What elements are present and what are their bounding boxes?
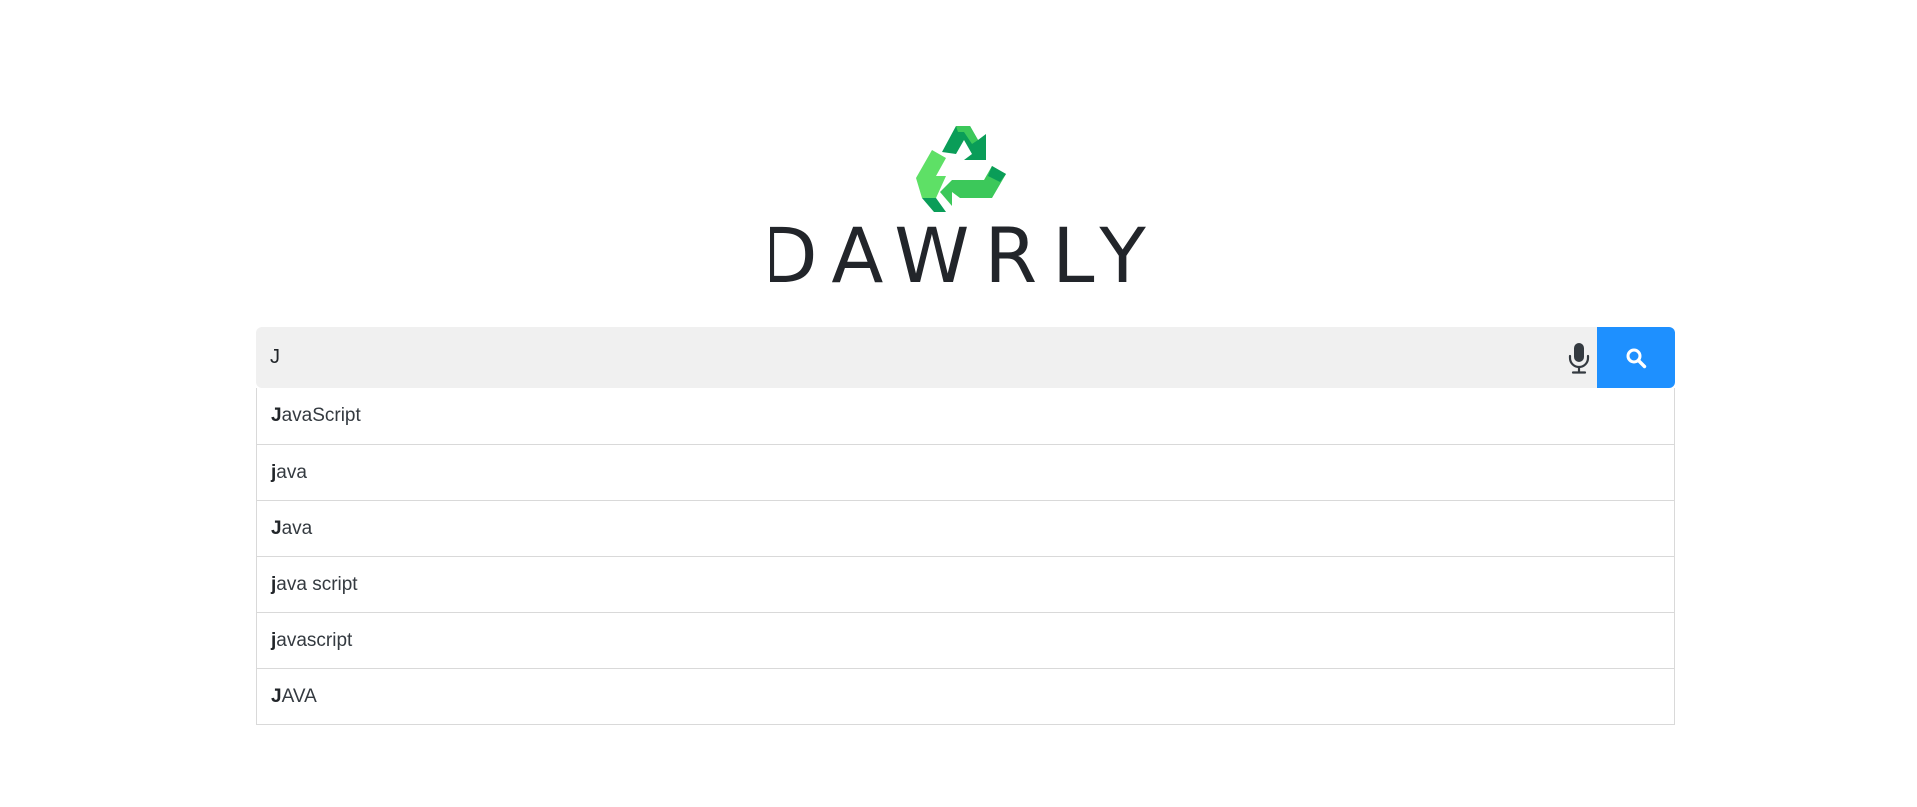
voice-search-button[interactable] [1561,340,1597,376]
suggestion-item[interactable]: j avascript [257,612,1674,668]
suggestion-list: JavaScript j ava Java j ava script j avascr… [256,388,1675,725]
suggestion-rest: ava [281,517,313,539]
suggestion-rest: ava [276,461,307,483]
brand-name: DAWRLY [770,214,1150,294]
search-input[interactable] [256,327,1597,388]
logo[interactable]: DAWRLY [770,118,1150,294]
suggestion-match: J [271,685,282,707]
suggestion-item[interactable]: j ava script [257,556,1674,612]
suggestion-item[interactable]: j ava [257,444,1674,500]
suggestion-rest: avascript [276,629,353,651]
suggestion-item[interactable]: JavaScript [257,388,1674,444]
page: DAWRLY JavaScript java [0,0,1917,807]
suggestion-rest: avaScript [281,405,361,426]
suggestion-match: J [271,517,282,539]
wordmark-logo: DAWRLY [770,214,1150,294]
recycle-icon [916,126,1006,212]
search-area: JavaScript java Java java script javascr… [256,327,1675,725]
suggestion-item[interactable]: Java [257,500,1674,556]
suggestion-item[interactable]: J AVA [257,668,1674,724]
search-button[interactable] [1597,327,1675,388]
search-icon [1626,348,1647,368]
suggestion-match: J [271,405,282,426]
suggestion-rest: AVA [281,685,317,707]
search-bar [256,327,1675,388]
microphone-icon [1568,343,1590,374]
suggestion-rest: ava script [276,573,358,595]
